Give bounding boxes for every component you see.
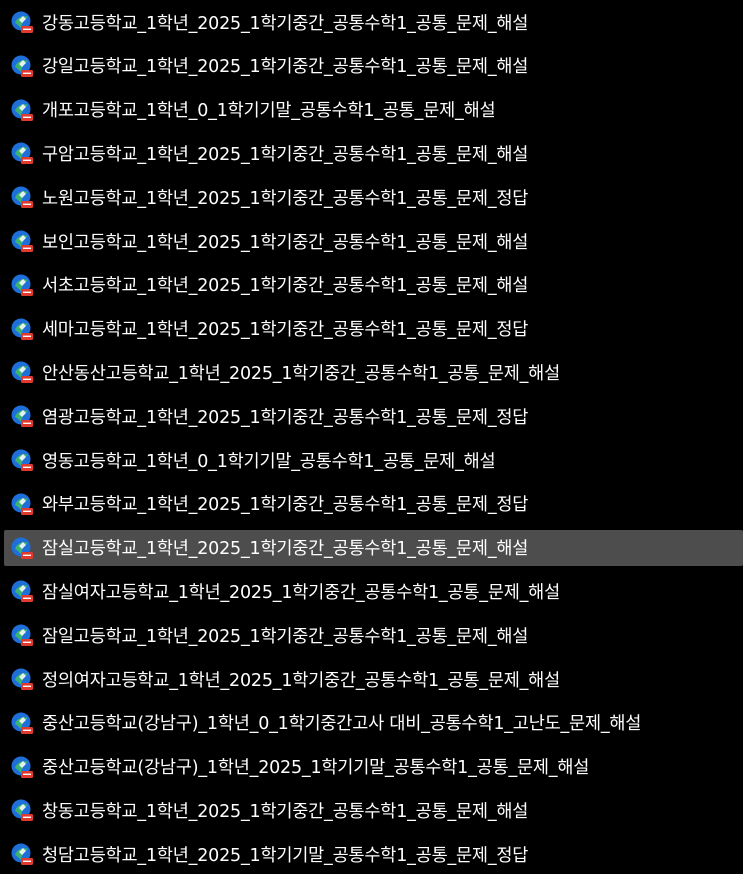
- file-name-label: 중산고등학교(강남구)_1학년_2025_1학기기말_공통수학1_공통_문제_해…: [42, 758, 590, 779]
- file-list-item[interactable]: 잠일고등학교_1학년_2025_1학기중간_공통수학1_공통_문제_해설: [4, 617, 743, 653]
- file-list-item[interactable]: 구암고등학교_1학년_2025_1학기중간_공통수학1_공통_문제_해설: [4, 135, 743, 171]
- file-name-label: 와부고등학교_1학년_2025_1학기중간_공통수학1_공통_문제_정답: [42, 495, 529, 516]
- pdf-file-icon: [10, 317, 34, 341]
- file-name-label: 청담고등학교_1학년_2025_1학기기말_공통수학1_공통_문제_정답: [42, 845, 529, 866]
- file-list-item[interactable]: 창동고등학교_1학년_2025_1학기중간_공통수학1_공통_문제_해설: [4, 792, 743, 828]
- file-name-label: 구암고등학교_1학년_2025_1학기중간_공통수학1_공통_문제_해설: [42, 144, 529, 165]
- file-name-label: 중산고등학교(강남구)_1학년_0_1학기중간고사 대비_공통수학1_고난도_문…: [42, 714, 642, 735]
- pdf-file-icon: [10, 842, 34, 866]
- file-name-label: 개포고등학교_1학년_0_1학기기말_공통수학1_공통_문제_해설: [42, 101, 496, 122]
- file-list-item[interactable]: 강일고등학교_1학년_2025_1학기중간_공통수학1_공통_문제_해설: [4, 48, 743, 84]
- file-list-item[interactable]: 염광고등학교_1학년_2025_1학기중간_공통수학1_공통_문제_정답: [4, 398, 743, 434]
- file-list-item[interactable]: 안산동산고등학교_1학년_2025_1학기중간_공통수학1_공통_문제_해설: [4, 354, 743, 390]
- pdf-file-icon: [10, 141, 34, 165]
- pdf-file-icon: [10, 229, 34, 253]
- file-list-item[interactable]: 중산고등학교(강남구)_1학년_0_1학기중간고사 대비_공통수학1_고난도_문…: [4, 705, 743, 741]
- pdf-file-icon: [10, 711, 34, 735]
- file-list-item[interactable]: 보인고등학교_1학년_2025_1학기중간_공통수학1_공통_문제_해설: [4, 223, 743, 259]
- pdf-file-icon: [10, 448, 34, 472]
- file-name-label: 세마고등학교_1학년_2025_1학기중간_공통수학1_공통_문제_정답: [42, 320, 529, 341]
- file-list-item[interactable]: 영동고등학교_1학년_0_1학기기말_공통수학1_공통_문제_해설: [4, 442, 743, 478]
- file-list-item[interactable]: 와부고등학교_1학년_2025_1학기중간_공통수학1_공통_문제_정답: [4, 486, 743, 522]
- file-list: 강동고등학교_1학년_2025_1학기중간_공통수학1_공통_문제_해설강일고등…: [0, 0, 743, 874]
- file-list-item[interactable]: 노원고등학교_1학년_2025_1학기중간_공통수학1_공통_문제_정답: [4, 179, 743, 215]
- file-name-label: 강일고등학교_1학년_2025_1학기중간_공통수학1_공통_문제_해설: [42, 57, 529, 78]
- pdf-file-icon: [10, 273, 34, 297]
- file-name-label: 보인고등학교_1학년_2025_1학기중간_공통수학1_공통_문제_해설: [42, 232, 529, 253]
- file-list-item[interactable]: 정의여자고등학교_1학년_2025_1학기중간_공통수학1_공통_문제_해설: [4, 661, 743, 697]
- file-list-item[interactable]: 잠실여자고등학교_1학년_2025_1학기중간_공통수학1_공통_문제_해설: [4, 573, 743, 609]
- pdf-file-icon: [10, 623, 34, 647]
- pdf-file-icon: [10, 798, 34, 822]
- file-name-label: 서초고등학교_1학년_2025_1학기중간_공통수학1_공통_문제_해설: [42, 276, 529, 297]
- pdf-file-icon: [10, 667, 34, 691]
- file-list-item[interactable]: 강동고등학교_1학년_2025_1학기중간_공통수학1_공통_문제_해설: [4, 4, 743, 40]
- pdf-file-icon: [10, 492, 34, 516]
- file-list-item[interactable]: 청담고등학교_1학년_2025_1학기기말_공통수학1_공통_문제_정답: [4, 836, 743, 872]
- file-list-item[interactable]: 중산고등학교(강남구)_1학년_2025_1학기기말_공통수학1_공통_문제_해…: [4, 749, 743, 785]
- file-name-label: 잠실고등학교_1학년_2025_1학기중간_공통수학1_공통_문제_해설: [42, 539, 529, 560]
- file-name-label: 잠일고등학교_1학년_2025_1학기중간_공통수학1_공통_문제_해설: [42, 626, 529, 647]
- file-list-item[interactable]: 세마고등학교_1학년_2025_1학기중간_공통수학1_공통_문제_정답: [4, 311, 743, 347]
- file-name-label: 창동고등학교_1학년_2025_1학기중간_공통수학1_공통_문제_해설: [42, 801, 529, 822]
- file-name-label: 영동고등학교_1학년_0_1학기기말_공통수학1_공통_문제_해설: [42, 451, 496, 472]
- file-name-label: 강동고등학교_1학년_2025_1학기중간_공통수학1_공통_문제_해설: [42, 13, 529, 34]
- pdf-file-icon: [10, 536, 34, 560]
- pdf-file-icon: [10, 185, 34, 209]
- file-list-item[interactable]: 잠실고등학교_1학년_2025_1학기중간_공통수학1_공통_문제_해설: [4, 529, 743, 566]
- file-name-label: 정의여자고등학교_1학년_2025_1학기중간_공통수학1_공통_문제_해설: [42, 670, 560, 691]
- file-name-label: 염광고등학교_1학년_2025_1학기중간_공통수학1_공통_문제_정답: [42, 407, 529, 428]
- file-list-item[interactable]: 서초고등학교_1학년_2025_1학기중간_공통수학1_공통_문제_해설: [4, 267, 743, 303]
- file-name-label: 잠실여자고등학교_1학년_2025_1학기중간_공통수학1_공통_문제_해설: [42, 582, 560, 603]
- file-name-label: 노원고등학교_1학년_2025_1학기중간_공통수학1_공통_문제_정답: [42, 188, 529, 209]
- pdf-file-icon: [10, 98, 34, 122]
- pdf-file-icon: [10, 404, 34, 428]
- pdf-file-icon: [10, 579, 34, 603]
- pdf-file-icon: [10, 360, 34, 384]
- pdf-file-icon: [10, 10, 34, 34]
- file-list-item[interactable]: 개포고등학교_1학년_0_1학기기말_공통수학1_공통_문제_해설: [4, 92, 743, 128]
- file-name-label: 안산동산고등학교_1학년_2025_1학기중간_공통수학1_공통_문제_해설: [42, 363, 560, 384]
- pdf-file-icon: [10, 755, 34, 779]
- pdf-file-icon: [10, 54, 34, 78]
